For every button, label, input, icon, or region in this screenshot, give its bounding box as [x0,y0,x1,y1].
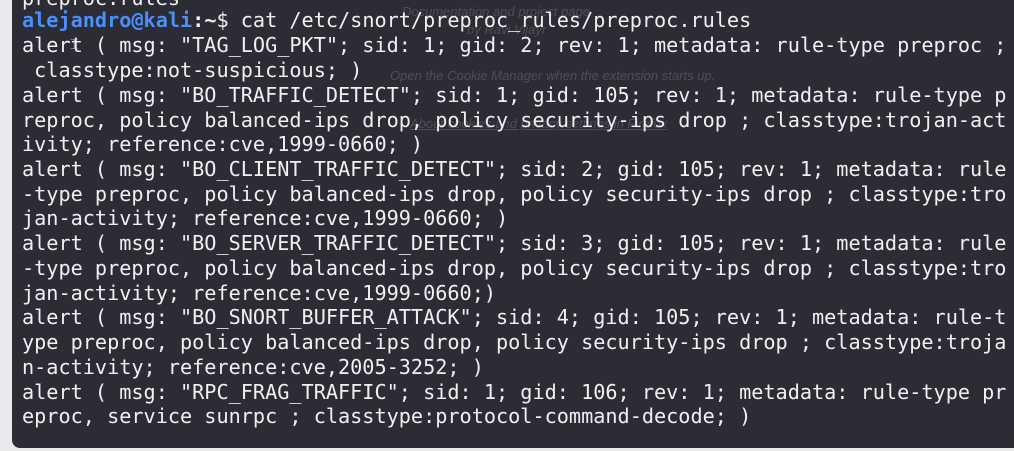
command-text: cat /etc/snort/preproc_rules/preproc.rul… [240,8,752,32]
output-line: alert ( msg: "BO_CLIENT_TRAFFIC_DETECT";… [22,157,1007,181]
prompt-separator: : [192,8,205,32]
output-line: jan-activity; reference:cve,1999-0660;) [22,281,497,305]
output-line: -type preproc, policy balanced-ips drop,… [22,182,1007,206]
output-line: alert ( msg: "RPC_FRAG_TRAFFIC"; sid: 1;… [22,380,1007,404]
text-cursor-icon: ⌶ [70,37,79,53]
ghost-text: Open the Cookie Manager when the extensi… [390,68,716,83]
output-line: ype preproc, policy balanced-ips drop, p… [22,330,1007,354]
prompt-symbol: $ [216,8,241,32]
output-line: alert ( msg: "TAG_LOG_PKT"; sid: 1; gid:… [22,33,1007,57]
prompt-line: alejandro@kali:~$ cat /etc/snort/preproc… [22,8,751,33]
output-line: classtype:not-suspicious; ) [22,58,363,82]
output-line: -type preproc, policy balanced-ips drop,… [22,256,1007,280]
output-line: reproc, policy balanced-ips drop, policy… [22,108,1007,132]
output-line: ivity; reference:cve,1999-0660; ) [22,132,424,156]
prompt-user-host: alejandro@kali [22,8,193,32]
output-line: alert ( msg: "BO_SNORT_BUFFER_ATTACK"; s… [22,305,1007,329]
output-line: jan-activity; reference:cve,1999-0660; ) [22,206,509,230]
terminal-window[interactable]: Documentation and project page by Ravi V… [12,0,1014,448]
output-line: alert ( msg: "BO_SERVER_TRAFFIC_DETECT";… [22,231,1007,255]
prompt-path: ~ [204,8,217,32]
output-line: eproc, service sunrpc ; classtype:protoc… [22,404,752,428]
output-line: n-activity; reference:cve,2005-3252; ) [22,355,484,379]
output-line: alert ( msg: "BO_TRAFFIC_DETECT"; sid: 1… [22,83,1007,107]
